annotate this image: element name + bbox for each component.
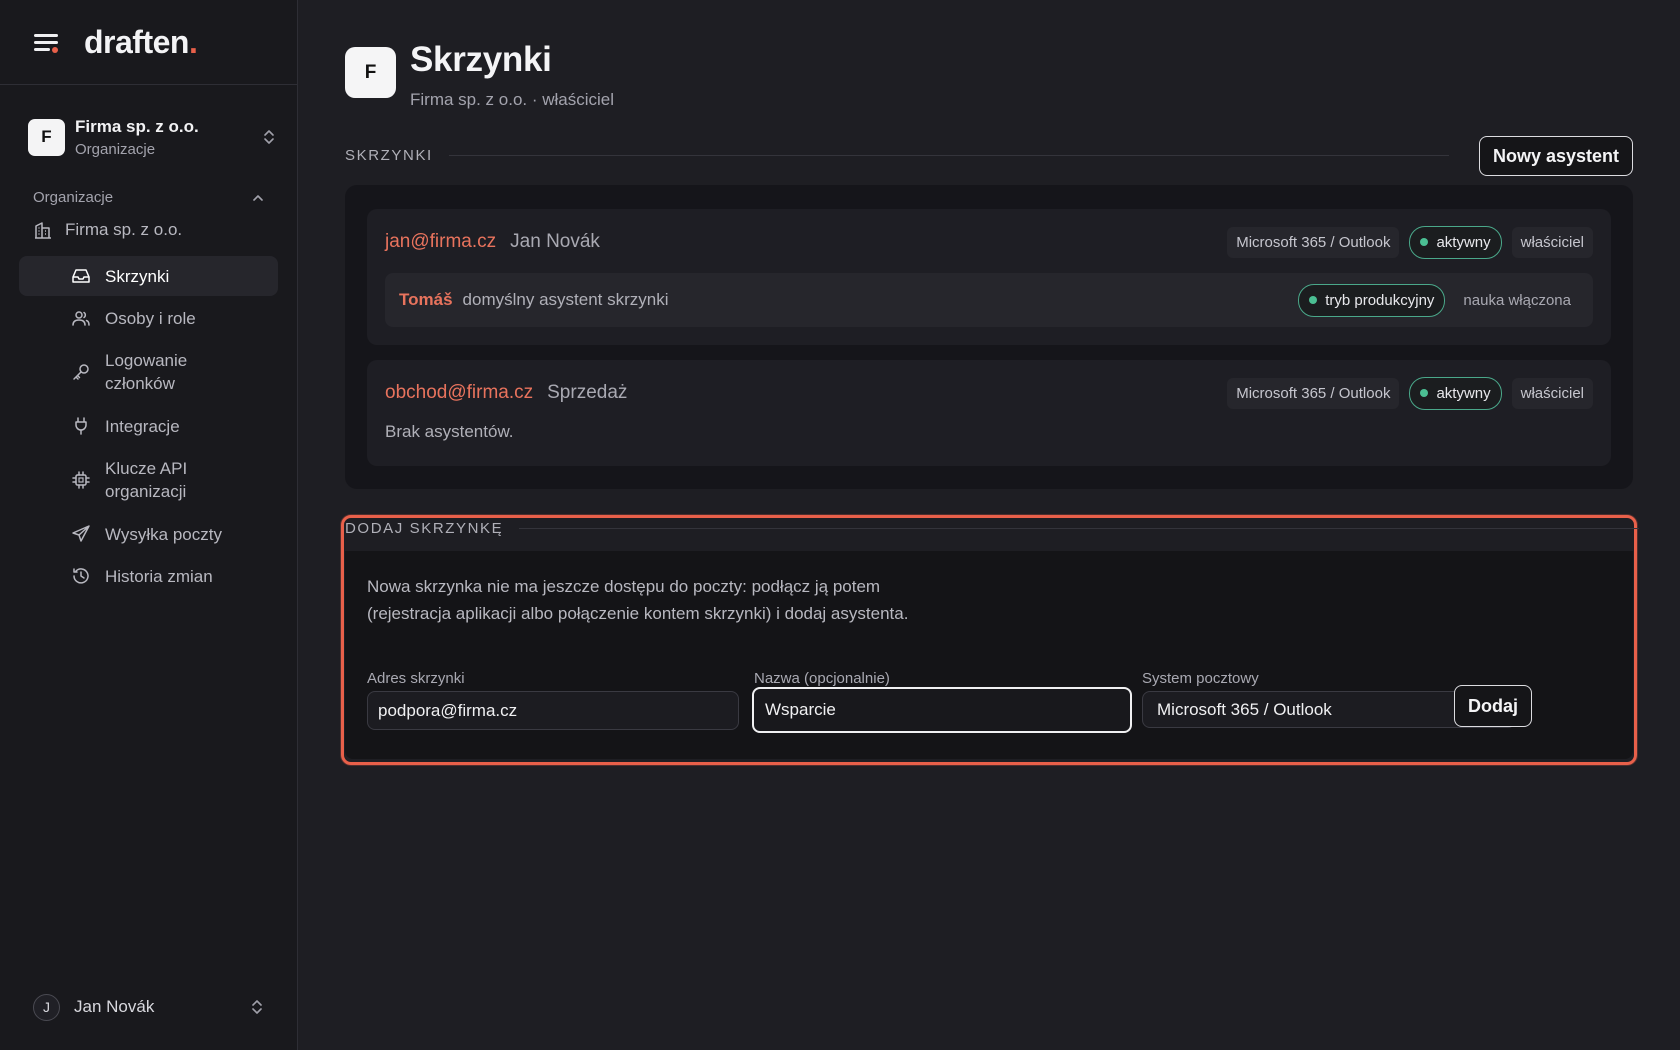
mailbox-name: Sprzedaż (547, 382, 628, 403)
sidebar-item-label: Historia zmian (105, 566, 213, 586)
app-root: draften. F Firma sp. z o.o. Organizacje … (0, 0, 1680, 1050)
main-content: F Skrzynki Firma sp. z o.o. · właściciel… (298, 0, 1680, 1050)
building-icon (33, 220, 53, 240)
mailbox-address-input[interactable] (367, 691, 739, 730)
status-badge: aktywny (1409, 376, 1502, 410)
status-dot-icon (1420, 238, 1429, 246)
assistant-row[interactable]: Tomáš domyślny asystent skrzynki tryb pr… (385, 273, 1593, 327)
page-avatar: F (345, 47, 396, 98)
assistant-name-link[interactable]: Tomáš (399, 290, 453, 310)
status-dot-icon (1309, 296, 1318, 304)
mailbox-address-link[interactable]: jan@firma.cz (385, 231, 496, 253)
sidebar-header: draften. (0, 0, 297, 85)
users-icon (71, 308, 91, 328)
name-label: Nazwa (opcjonalnie) (754, 670, 890, 687)
sidebar-section-header[interactable]: Organizacje (33, 189, 265, 206)
sidebar-item-label: Integracje (105, 416, 180, 436)
divider (519, 528, 1640, 529)
status-badge: aktywny (1409, 225, 1502, 259)
provider-badge: Microsoft 365 / Outlook (1227, 226, 1400, 258)
sidebar-item-label: Skrzynki (105, 266, 170, 286)
add-mailbox-section-label: DODAJ SKRZYNKĘ (345, 520, 1640, 537)
org-switcher-subtitle: Organizacje (75, 140, 156, 158)
page-subtitle: Firma sp. z o.o. · właściciel (410, 90, 615, 109)
sidebar-item-label: Logowanie członków (105, 351, 188, 393)
chevron-updown-icon (261, 127, 277, 147)
page-title: Skrzynki (410, 40, 552, 79)
assistant-description: domyślny asystent skrzynki (462, 290, 669, 309)
page-header: F Skrzynki Firma sp. z o.o. · właściciel (345, 40, 614, 110)
org-switcher[interactable]: F Firma sp. z o.o. Organizacje (28, 115, 277, 159)
avatar: J (33, 993, 60, 1021)
mailbox-card: jan@firma.cz Jan Novák Microsoft 365 / O… (367, 209, 1611, 345)
sidebar-item-member-login[interactable]: Logowanie członków (19, 340, 278, 404)
sidebar-item-label: Wysyłka poczty (105, 524, 222, 544)
user-menu[interactable]: J Jan Novák (33, 992, 265, 1022)
role-badge: właściciel (1511, 377, 1593, 409)
empty-assistants-message: Brak asystentów. (385, 422, 514, 441)
mail-system-selected: Microsoft 365 / Outlook (1157, 699, 1332, 719)
mailbox-name: Jan Novák (510, 231, 600, 252)
address-label: Adres skrzynki (367, 670, 465, 687)
logo[interactable]: draften. (84, 24, 198, 61)
role-badge: właściciel (1511, 226, 1593, 258)
add-mailbox-form: Nowa skrzynka nie ma jeszcze dostępu do … (345, 551, 1633, 759)
sidebar-item-integrations[interactable]: Integracje (19, 404, 278, 448)
new-assistant-button[interactable]: Nowy asystent (1479, 136, 1633, 176)
chevron-up-icon (251, 191, 265, 205)
mailbox-card: obchod@firma.cz Sprzedaż Microsoft 365 /… (367, 360, 1611, 466)
sidebar-item-label: Osoby i role (105, 308, 196, 328)
menu-icon[interactable] (32, 28, 60, 56)
user-name: Jan Novák (74, 997, 155, 1016)
key-icon (71, 362, 91, 382)
send-icon (71, 524, 91, 544)
chevron-updown-icon (249, 997, 265, 1017)
sidebar: draften. F Firma sp. z o.o. Organizacje … (0, 0, 298, 1050)
learning-status: nauka włączona (1463, 291, 1571, 309)
provider-badge: Microsoft 365 / Outlook (1227, 377, 1400, 409)
add-mailbox-button[interactable]: Dodaj (1454, 685, 1532, 727)
add-mailbox-description: Nowa skrzynka nie ma jeszcze dostępu do … (367, 577, 909, 623)
mode-badge: tryb produkcyjny (1298, 283, 1446, 317)
sidebar-item-mailboxes[interactable]: Skrzynki (19, 256, 278, 296)
inbox-icon (71, 266, 91, 286)
sidebar-item-mail-sending[interactable]: Wysyłka poczty (19, 512, 278, 556)
section-title: SKRZYNKI (345, 147, 433, 164)
mail-system-label: System pocztowy (1142, 670, 1259, 687)
mailboxes-section-label: SKRZYNKI (345, 147, 1449, 164)
sidebar-item-history[interactable]: Historia zmian (19, 556, 278, 596)
sidebar-item-api-keys[interactable]: Klucze API organizacji (19, 448, 278, 512)
divider (448, 155, 1449, 156)
sidebar-item-label: Klucze API organizacji (105, 459, 188, 501)
sidebar-item-label: Firma sp. z o.o. (65, 220, 183, 239)
org-switcher-name: Firma sp. z o.o. (75, 116, 199, 136)
sidebar-section-title: Organizacje (33, 189, 114, 206)
sidebar-item-people[interactable]: Osoby i role (19, 296, 278, 340)
mailbox-address-link[interactable]: obchod@firma.cz (385, 382, 533, 404)
sidebar-item-org[interactable]: Firma sp. z o.o. (33, 216, 297, 244)
history-icon (71, 566, 91, 586)
org-avatar: F (28, 118, 65, 156)
section-title: DODAJ SKRZYNKĘ (345, 520, 504, 537)
plug-icon (71, 416, 91, 436)
chip-icon (71, 470, 91, 490)
mailbox-list: jan@firma.cz Jan Novák Microsoft 365 / O… (345, 185, 1633, 489)
mailbox-name-input[interactable] (752, 687, 1132, 733)
status-dot-icon (1420, 389, 1429, 397)
